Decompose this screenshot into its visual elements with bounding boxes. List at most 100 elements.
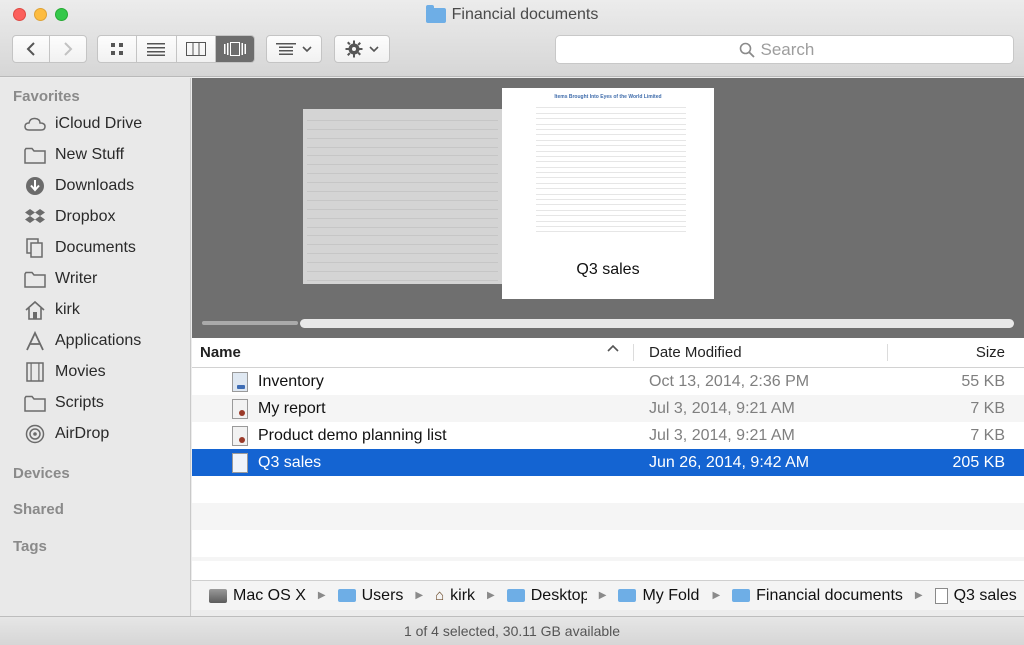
sidebar-heading-shared[interactable]: Shared	[13, 501, 64, 518]
action-button[interactable]	[334, 35, 390, 63]
sidebar-heading-tags[interactable]: Tags	[13, 538, 47, 555]
scrollbar-thumb[interactable]	[300, 319, 1014, 328]
thumbnail-line	[307, 228, 498, 237]
status-text: 1 of 4 selected, 30.11 GB available	[403, 623, 621, 639]
file-date: Jul 3, 2014, 9:21 AM	[649, 399, 795, 417]
table-row[interactable]: Product demo planning list Jul 3, 2014, …	[192, 422, 1024, 449]
sidebar-item-scripts[interactable]: Scripts	[24, 391, 104, 415]
window-title: Financial documents	[0, 4, 1024, 24]
breadcrumb-item-my-folder[interactable]: My Folder	[642, 587, 700, 605]
thumbnail-line	[307, 156, 498, 166]
breadcrumb-item-desktop[interactable]: Desktop	[531, 587, 587, 605]
thumbnail-line	[307, 192, 498, 201]
sidebar-item-label: Movies	[55, 363, 106, 380]
file-date: Jul 3, 2014, 9:21 AM	[649, 426, 795, 444]
back-button[interactable]	[13, 36, 49, 62]
cover-flow-scrollbar[interactable]	[202, 319, 1014, 328]
file-name: Inventory	[258, 372, 324, 390]
sidebar-item-movies[interactable]: Movies	[24, 360, 106, 384]
sidebar-item-new-stuff[interactable]: New Stuff	[24, 143, 124, 167]
thumbnail-line	[307, 183, 498, 193]
folder-icon	[337, 589, 356, 602]
applications-icon	[24, 331, 46, 351]
thumbnail-line	[307, 130, 498, 139]
gear-icon	[345, 40, 363, 58]
documents-icon	[24, 238, 46, 258]
scrollbar-track	[202, 321, 298, 325]
thumbnail-line	[307, 165, 498, 175]
window-title-text: Financial documents	[451, 6, 599, 23]
sidebar-item-documents[interactable]: Documents	[24, 236, 136, 260]
breadcrumb-item-mac-os-x[interactable]: Mac OS X	[233, 587, 306, 605]
file-list: Name Date Modified Size Inventory Oct 13…	[192, 338, 1024, 580]
download-icon	[24, 176, 46, 196]
chevron-left-icon	[26, 42, 35, 56]
document-thumbnail[interactable]	[303, 109, 502, 284]
path-bar: Mac OS X ▶ Users ▶ ⌂ kirk ▶ Desktop ▶ My…	[192, 580, 1024, 610]
view-mode-control	[97, 35, 255, 63]
sidebar-item-label: Downloads	[55, 177, 135, 194]
sidebar-item-kirk[interactable]: kirk	[24, 298, 80, 322]
breadcrumb-separator-icon: ▶	[712, 590, 721, 601]
thumbnail-title: Items Brought Into Eyes of the World Lim…	[554, 94, 662, 100]
file-date: Jun 26, 2014, 9:42 AM	[649, 453, 810, 471]
sidebar-heading-devices[interactable]: Devices	[13, 465, 70, 482]
column-header-size[interactable]: Size	[887, 344, 1024, 361]
folder-icon	[24, 393, 46, 413]
list-rows: Inventory Oct 13, 2014, 2:36 PM 55 KB My…	[192, 368, 1024, 561]
columns-icon	[185, 42, 206, 56]
sidebar-item-label: kirk	[55, 301, 80, 318]
search-input[interactable]	[760, 39, 831, 60]
sidebar-item-airdrop[interactable]: AirDrop	[24, 422, 109, 446]
file-name: Product demo planning list	[258, 426, 447, 444]
thumbnail-line	[307, 245, 498, 255]
arrange-button[interactable]	[266, 35, 322, 63]
breadcrumb-separator-icon: ▶	[598, 590, 607, 601]
list-view-button[interactable]	[136, 36, 175, 62]
home-icon: ⌂	[435, 587, 445, 604]
column-header-name[interactable]: Name	[192, 344, 633, 361]
column-header-date-modified[interactable]: Date Modified	[633, 344, 887, 361]
spreadsheet-thumbnail[interactable]: Items Brought Into Eyes of the World Lim…	[502, 88, 714, 299]
thumbnail-line	[307, 272, 498, 281]
icon-view-button[interactable]	[98, 36, 136, 62]
document-file-icon	[232, 398, 248, 419]
sidebar-item-dropbox[interactable]: Dropbox	[24, 205, 115, 229]
sidebar-item-label: Dropbox	[55, 208, 116, 225]
search-field[interactable]	[555, 35, 1014, 64]
table-row-selected[interactable]: Q3 sales Jun 26, 2014, 9:42 AM 205 KB	[192, 449, 1024, 476]
forward-button[interactable]	[49, 36, 86, 62]
column-view-button[interactable]	[175, 36, 215, 62]
breadcrumb-item-users[interactable]: Users	[362, 587, 404, 605]
sidebar-heading-favorites[interactable]: Favorites	[13, 88, 80, 105]
sidebar-item-writer[interactable]: Writer	[24, 267, 97, 291]
breadcrumb-item-q3-sales[interactable]: Q3 sales	[954, 587, 1017, 605]
chevron-right-icon	[64, 42, 73, 56]
sidebar-item-label: Applications	[55, 332, 142, 349]
table-row[interactable]: Inventory Oct 13, 2014, 2:36 PM 55 KB	[192, 368, 1024, 395]
document-file-icon	[232, 425, 248, 446]
file-size: 205 KB	[952, 453, 1005, 471]
thumbnail-line	[307, 254, 498, 264]
breadcrumb-separator-icon: ▶	[415, 590, 424, 601]
sidebar-item-label: Writer	[55, 270, 98, 287]
folder-icon	[24, 269, 46, 289]
airdrop-icon	[24, 424, 46, 444]
sidebar-item-icloud-drive[interactable]: iCloud Drive	[24, 112, 142, 136]
folder-icon	[24, 145, 46, 165]
cover-flow-view-button[interactable]	[214, 36, 254, 62]
breadcrumb-item-kirk[interactable]: kirk	[450, 587, 475, 605]
dropbox-icon	[24, 207, 46, 227]
folder-icon	[732, 589, 751, 602]
file-size: 7 KB	[970, 426, 1005, 444]
cover-flow-preview[interactable]: Items Brought Into Eyes of the World Lim…	[192, 78, 1024, 338]
thumbnail-row	[536, 227, 686, 233]
sidebar-item-applications[interactable]: Applications	[24, 329, 141, 353]
empty-row	[192, 503, 1024, 530]
table-row[interactable]: My report Jul 3, 2014, 9:21 AM 7 KB	[192, 395, 1024, 422]
breadcrumb-item-financial-documents[interactable]: Financial documents	[756, 587, 903, 605]
status-bar: 1 of 4 selected, 30.11 GB available	[0, 616, 1024, 645]
spreadsheet-file-icon	[232, 452, 248, 473]
thumbnail-rows	[536, 103, 686, 233]
sidebar-item-downloads[interactable]: Downloads	[24, 174, 134, 198]
